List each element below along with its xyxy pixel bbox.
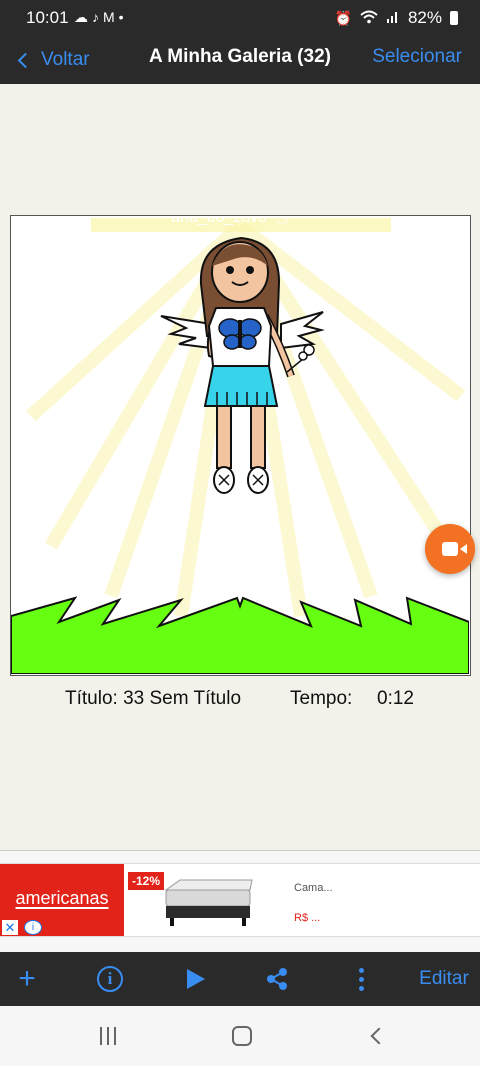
chevron-left-icon — [17, 52, 34, 68]
cloud-icon: ☁ — [74, 9, 92, 25]
ad-area: americanas ✕ i -12% Cama... R$ ... — [0, 850, 480, 952]
add-button[interactable]: + — [10, 952, 44, 1006]
system-back-button[interactable] — [366, 1024, 388, 1048]
watermark-text: ana_bo_zovo 🕊 — [171, 216, 292, 226]
ad-brand-logo: americanas ✕ i — [0, 864, 124, 936]
bottom-toolbar: + i Editar — [0, 952, 480, 1006]
video-camera-icon — [442, 542, 467, 556]
alarm-icon: ⏰ — [334, 9, 352, 26]
select-button[interactable]: Selecionar — [372, 46, 462, 68]
ad-discount-badge: -12% — [128, 872, 165, 890]
drawing-artwork: ana_bo_zovo 🕊 — [11, 216, 469, 674]
tiktok-icon: ♪ — [92, 9, 103, 25]
share-icon — [267, 968, 287, 990]
ad-banner[interactable]: americanas ✕ i -12% Cama... R$ ... — [0, 863, 480, 937]
drawing-preview[interactable]: ana_bo_zovo 🕊 — [10, 215, 471, 676]
back-label: Voltar — [41, 49, 90, 70]
grass — [11, 596, 469, 674]
ad-product-image — [164, 879, 253, 926]
recents-icon — [100, 1027, 102, 1045]
edit-button[interactable]: Editar — [416, 952, 472, 1006]
signal-icon — [386, 10, 400, 27]
ad-brand-label: americanas — [15, 888, 109, 908]
ad-product-price: R$ ... — [294, 912, 321, 924]
system-navigation-bar — [0, 1006, 480, 1066]
status-time: 10:01 — [26, 8, 69, 27]
more-options-button[interactable] — [350, 952, 372, 1006]
back-arrow-icon — [370, 1027, 388, 1045]
status-bar: 10:01 ☁♪M• ⏰ 82% — [0, 0, 480, 36]
back-button[interactable]: Voltar — [14, 44, 90, 76]
navigation-bar: Voltar A Minha Galeria (32) Selecionar — [0, 36, 480, 84]
battery-icon — [450, 11, 458, 25]
home-icon — [232, 1026, 252, 1046]
drawing-info: Título: 33 Sem Título Tempo: 0:12 — [0, 686, 480, 712]
ad-product-name: Cama... — [294, 882, 333, 894]
dot-icon: • — [118, 9, 128, 25]
ad-close-icon[interactable]: ✕ — [2, 920, 18, 935]
notification-icons: ☁♪M• — [74, 9, 128, 26]
share-button[interactable] — [262, 952, 292, 1006]
butterfly — [218, 318, 262, 350]
play-button[interactable] — [182, 952, 210, 1006]
recent-apps-button[interactable] — [96, 1024, 120, 1048]
add-icon: + — [18, 962, 36, 995]
gmail-icon: M — [103, 9, 119, 25]
home-button[interactable] — [230, 1024, 254, 1048]
more-icon — [358, 967, 364, 991]
info-button[interactable]: i — [94, 952, 126, 1006]
record-video-button[interactable] — [425, 524, 475, 574]
info-icon: i — [97, 966, 123, 992]
status-right: ⏰ 82% — [335, 8, 458, 28]
drawing-title: Título: 33 Sem Título — [65, 688, 242, 709]
wifi-icon — [360, 10, 378, 27]
ad-info-icon[interactable]: i — [24, 920, 42, 935]
battery-level: 82% — [407, 8, 442, 27]
time-label: Tempo: — [290, 688, 353, 709]
play-icon — [187, 969, 205, 989]
time-value: 0:12 — [377, 688, 414, 709]
